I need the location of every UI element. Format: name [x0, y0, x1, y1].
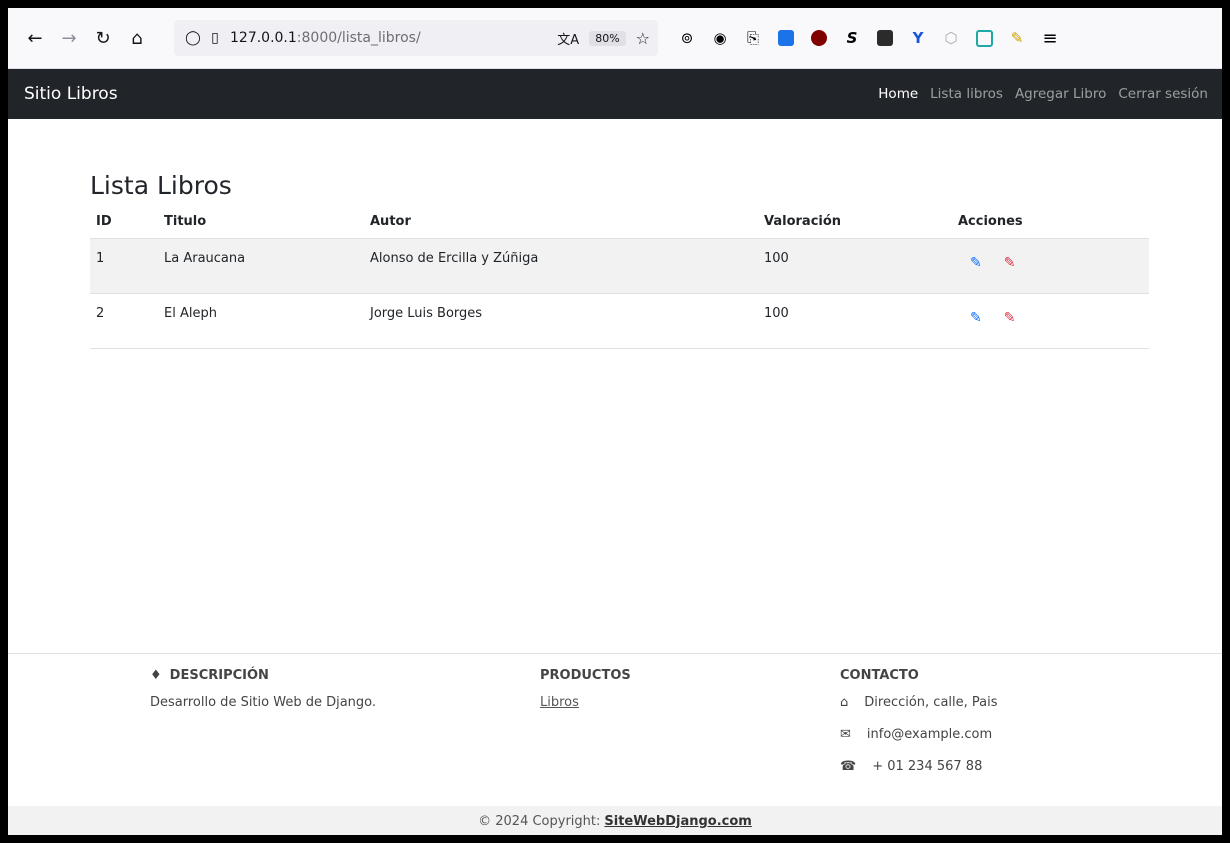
page-title: Lista Libros — [90, 171, 232, 200]
browser-window: ← → ↻ ⌂ ◯ ▯ 127.0.0.1:8000/lista_libros/… — [8, 8, 1222, 835]
extension-blue-icon[interactable] — [775, 27, 797, 49]
cell-id: 1 — [90, 238, 158, 294]
cell-acciones: ✎ ✎ — [952, 238, 1149, 294]
nav-link-home[interactable]: Home — [878, 86, 918, 102]
brand-link[interactable]: Sitio Libros — [24, 84, 118, 104]
footer-phone: ☎ + 01 234 567 88 — [840, 759, 983, 774]
footer-libros-link[interactable]: Libros — [540, 695, 579, 710]
footer-contacto-heading: CONTACTO — [840, 668, 919, 683]
cell-autor: Jorge Luis Borges — [364, 293, 758, 349]
copyright-bar: © 2024 Copyright: SiteWebDjango.com — [8, 806, 1222, 835]
home-icon[interactable]: ⌂ — [120, 21, 154, 55]
footer-productos: PRODUCTOS Libros — [540, 668, 631, 710]
bookmark-star-icon[interactable]: ☆ — [636, 29, 650, 48]
nav-link-agregar-libro[interactable]: Agregar Libro — [1015, 86, 1106, 102]
col-header-acciones: Acciones — [952, 208, 1149, 239]
phone-icon: ☎ — [840, 759, 857, 774]
copyright-site-link[interactable]: SiteWebDjango.com — [604, 814, 751, 829]
dark-extension-icon[interactable] — [874, 27, 896, 49]
footer-email: ✉ info@example.com — [840, 727, 993, 742]
table-row: 2 El Aleph Jorge Luis Borges 100 ✎ ✎ — [90, 293, 1149, 349]
footer-contacto: CONTACTO ⌂ Dirección, calle, Pais ✉ info@e… — [840, 668, 998, 791]
account-icon[interactable]: ◉ — [709, 27, 731, 49]
shield-icon[interactable]: ◯ — [182, 30, 204, 46]
nav-link-cerrar-sesion[interactable]: Cerrar sesión — [1118, 86, 1208, 102]
copyright-text: © 2024 Copyright: — [478, 813, 601, 829]
books-table: ID Titulo Autor Valoración Acciones 1 La… — [90, 208, 1149, 349]
ublock-icon[interactable] — [808, 27, 830, 49]
footer-address: ⌂ Dirección, calle, Pais — [840, 695, 998, 710]
pocket-icon[interactable]: ⊚ — [676, 27, 698, 49]
cell-valoracion: 100 — [758, 238, 952, 294]
cell-titulo: La Araucana — [158, 238, 364, 294]
house-icon: ⌂ — [840, 695, 849, 710]
share-icon[interactable]: ⎘ — [742, 27, 764, 49]
save-extension-icon[interactable] — [973, 27, 995, 49]
url-text[interactable]: 127.0.0.1:8000/lista_libros/ — [230, 30, 421, 46]
edit-icon[interactable]: ✎ — [970, 255, 982, 271]
col-header-autor: Autor — [364, 208, 758, 239]
col-header-id: ID — [90, 208, 158, 239]
cell-titulo: El Aleph — [158, 293, 364, 349]
delete-edit-icon[interactable]: ✎ — [1004, 255, 1016, 271]
footer-descripcion-text: Desarrollo de Sitio Web de Django. — [150, 695, 377, 710]
cell-autor: Alonso de Ercilla y Zúñiga — [364, 238, 758, 294]
grey-extension-icon[interactable]: ⬡ — [940, 27, 962, 49]
gem-icon: ♦ — [150, 668, 162, 683]
table-row: 1 La Araucana Alonso de Ercilla y Zúñiga… — [90, 238, 1149, 294]
footer-descripcion-heading: DESCRIPCIÓN — [169, 668, 269, 683]
footer-productos-heading: PRODUCTOS — [540, 668, 631, 683]
delete-edit-icon[interactable]: ✎ — [1004, 310, 1016, 326]
col-header-titulo: Titulo — [158, 208, 364, 239]
footer-descripcion: ♦ DESCRIPCIÓN Desarrollo de Sitio Web de … — [150, 668, 376, 710]
zoom-level[interactable]: 80% — [589, 30, 626, 46]
s-extension-icon[interactable]: S — [841, 27, 863, 49]
site-navbar: Sitio Libros Home Lista libros Agregar L… — [8, 69, 1222, 119]
vue-devtools-icon[interactable]: Y — [907, 27, 929, 49]
menu-icon[interactable]: ≡ — [1039, 27, 1061, 49]
cell-acciones: ✎ ✎ — [952, 293, 1149, 349]
site-footer: ♦ DESCRIPCIÓN Desarrollo de Sitio Web de … — [8, 653, 1222, 835]
pen-extension-icon[interactable]: ✎ — [1006, 27, 1028, 49]
edit-icon[interactable]: ✎ — [970, 310, 982, 326]
cell-valoracion: 100 — [758, 293, 952, 349]
main-content: Lista Libros ID Titulo Autor Valoración … — [8, 171, 1222, 349]
col-header-valoracion: Valoración — [758, 208, 952, 239]
nav-link-lista-libros[interactable]: Lista libros — [930, 86, 1003, 102]
forward-icon[interactable]: → — [52, 21, 86, 55]
translate-icon[interactable]: 文A — [557, 29, 579, 48]
envelope-icon: ✉ — [840, 727, 851, 742]
reload-icon[interactable]: ↻ — [86, 21, 120, 55]
table-header-row: ID Titulo Autor Valoración Acciones — [90, 208, 1149, 239]
nav-links: Home Lista libros Agregar Libro Cerrar s… — [878, 86, 1208, 102]
browser-toolbar: ← → ↻ ⌂ ◯ ▯ 127.0.0.1:8000/lista_libros/… — [8, 8, 1222, 69]
cell-id: 2 — [90, 293, 158, 349]
extension-toolbar: ⊚ ◉ ⎘ S Y ⬡ ✎ ≡ — [676, 27, 1061, 49]
page-icon: ▯ — [211, 30, 219, 46]
url-bar[interactable]: ◯ ▯ 127.0.0.1:8000/lista_libros/ 文A 80% … — [174, 20, 658, 56]
back-icon[interactable]: ← — [18, 21, 52, 55]
